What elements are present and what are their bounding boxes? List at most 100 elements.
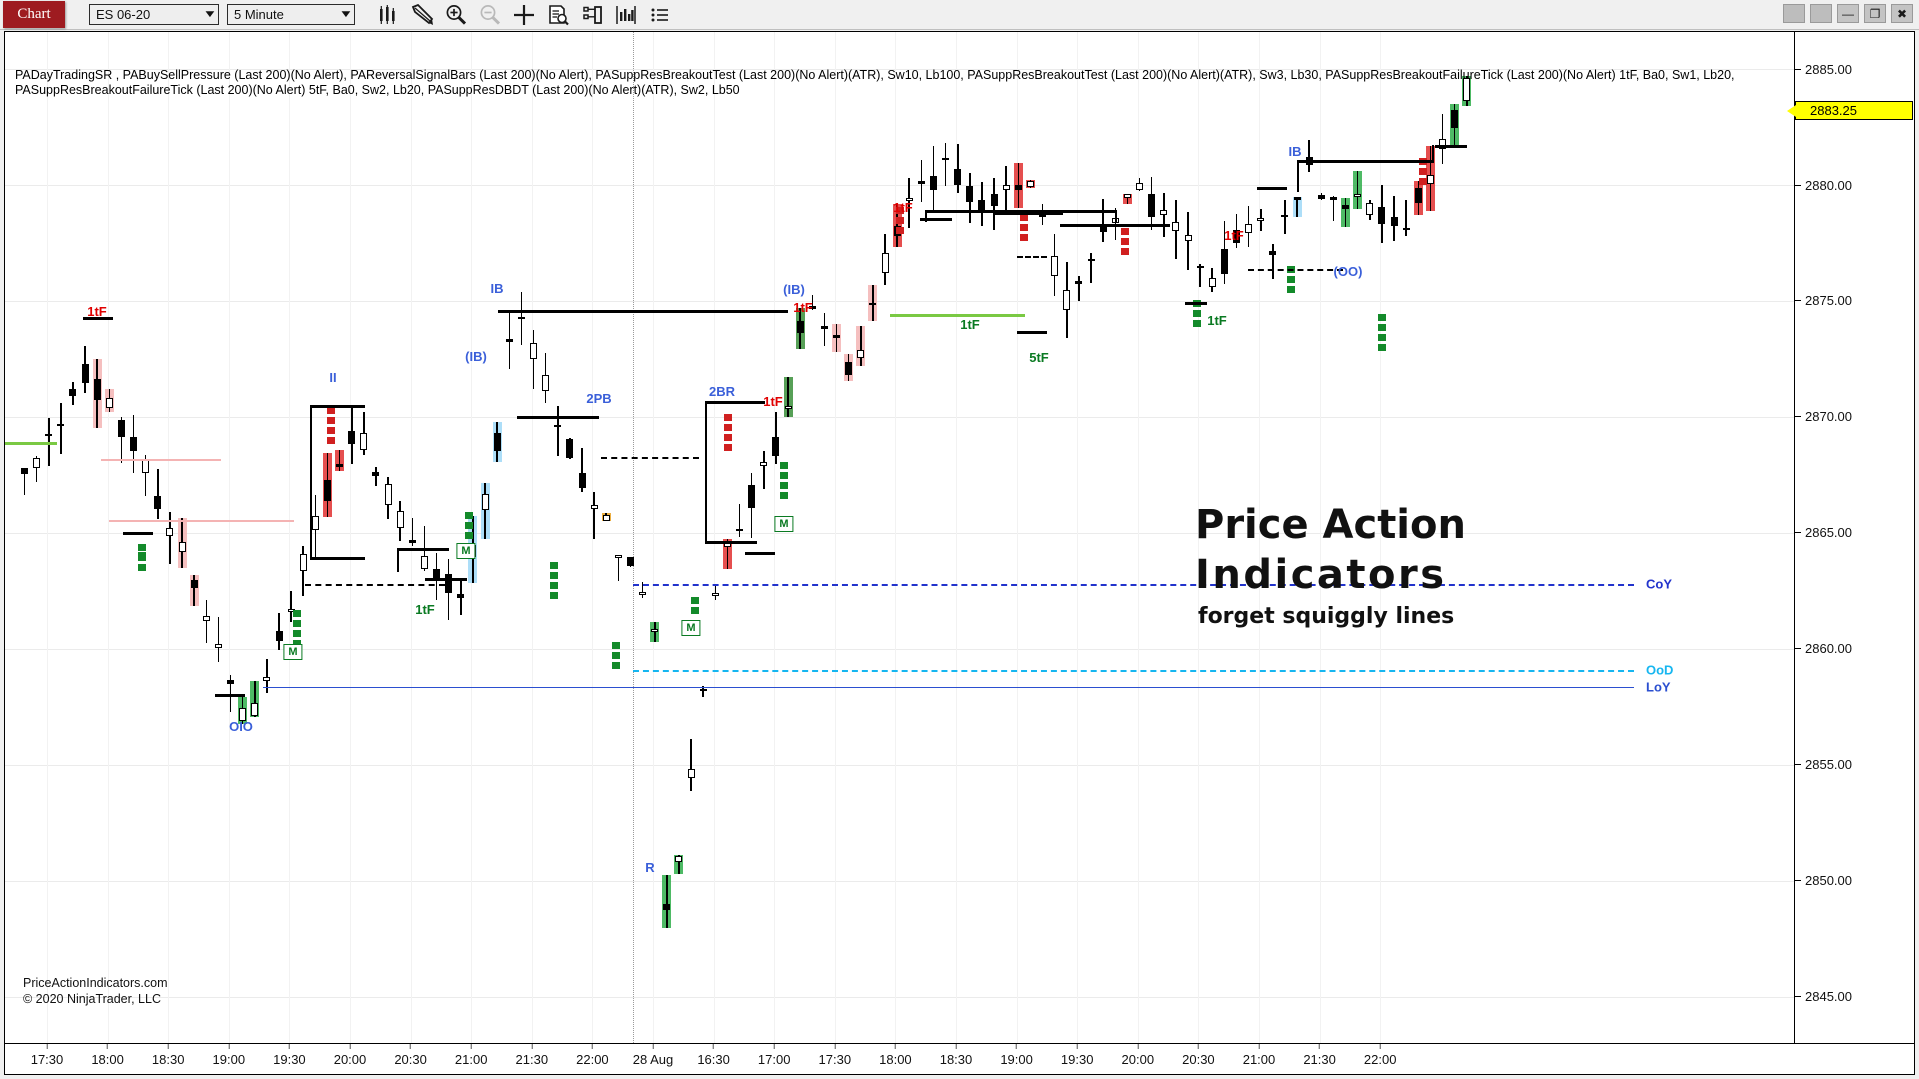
instrument-select-value: ES 06-20 bbox=[96, 7, 151, 22]
bar-type-icon[interactable] bbox=[373, 2, 403, 28]
candle-body bbox=[1414, 187, 1422, 204]
candle-body bbox=[311, 516, 319, 531]
pressure-square bbox=[1193, 320, 1201, 327]
time-tick: 18:00 bbox=[91, 1044, 124, 1067]
watermark-line-1: Price Action bbox=[1195, 502, 1466, 548]
candle-body bbox=[348, 430, 356, 445]
sr-segment bbox=[705, 401, 765, 404]
drawing-pencil-icon[interactable] bbox=[407, 2, 437, 28]
time-tick: 20:00 bbox=[334, 1044, 366, 1067]
candle-body bbox=[1220, 249, 1228, 274]
window-extra-button-2[interactable] bbox=[1810, 4, 1832, 23]
candle-body bbox=[493, 432, 501, 451]
chart-panel[interactable]: CoY OoD LoY 1tF OIO M II 1tF M (IB) IB 2PB R M 2BR 1tF… bbox=[4, 31, 1915, 1075]
time-tick-label: 16:30 bbox=[697, 1052, 730, 1067]
candle-body bbox=[227, 680, 235, 685]
zoom-out-icon[interactable] bbox=[475, 2, 505, 28]
time-tick-label: 17:30 bbox=[30, 1052, 64, 1067]
sr-segment bbox=[425, 578, 467, 581]
time-tick: 21:30 bbox=[516, 1044, 548, 1067]
candle-body bbox=[481, 494, 489, 510]
candle-body bbox=[457, 594, 465, 599]
candle-body bbox=[202, 615, 210, 621]
instrument-select[interactable]: ES 06-20 ▼ bbox=[89, 4, 219, 25]
reference-line-coy bbox=[633, 584, 1634, 586]
time-tick-label: 17:00 bbox=[757, 1052, 791, 1067]
sr-segment-vertical bbox=[705, 401, 707, 541]
sr-segment-vertical bbox=[925, 210, 927, 222]
interval-select[interactable]: 5 Minute ▼ bbox=[227, 4, 355, 25]
chart-annotation: 1tF bbox=[1224, 228, 1244, 243]
pressure-square bbox=[1193, 310, 1201, 317]
gridline-vertical bbox=[289, 32, 291, 1043]
candle-body bbox=[820, 325, 828, 330]
gridline-horizontal bbox=[5, 648, 1794, 650]
time-tick-label: 20:00 bbox=[1121, 1052, 1155, 1067]
sr-segment bbox=[498, 310, 788, 313]
chart-annotation: 1tF bbox=[415, 602, 435, 617]
candle-body bbox=[590, 504, 598, 510]
pressure-square bbox=[780, 492, 788, 499]
chart-annotation: 1tF bbox=[763, 394, 783, 409]
chart-plot-area[interactable]: CoY OoD LoY 1tF OIO M II 1tF M (IB) IB 2PB R M 2BR 1tF… bbox=[5, 32, 1794, 1043]
candle-wick bbox=[157, 469, 159, 519]
candle-wick bbox=[1162, 193, 1165, 238]
candle-body bbox=[942, 157, 950, 161]
candle-body bbox=[336, 464, 344, 468]
price-axis[interactable]: 2885.00 2880.00 2875.00 2870.00 2865.00 2860.… bbox=[1787, 32, 1915, 1043]
chart-analysis-icon[interactable] bbox=[611, 2, 641, 28]
chart-tab[interactable]: Chart bbox=[3, 1, 65, 28]
chart-annotation: (IB) bbox=[783, 282, 805, 297]
time-tick-label: 19:30 bbox=[273, 1052, 306, 1067]
candle-body bbox=[978, 200, 986, 210]
candle-wick bbox=[944, 143, 947, 186]
time-axis[interactable]: 17:30 18:00 18:30 19:00 19:30 20:00 20:30 21:00… bbox=[5, 1043, 1914, 1074]
sr-segment-vertical bbox=[397, 548, 399, 572]
candle-body bbox=[954, 169, 962, 185]
window-extra-button-1[interactable] bbox=[1783, 4, 1805, 23]
pressure-square bbox=[1020, 214, 1028, 221]
pressure-square bbox=[724, 424, 732, 431]
pressure-square bbox=[327, 437, 335, 444]
candle-body bbox=[1172, 221, 1180, 231]
candle-wick bbox=[1102, 199, 1104, 242]
candle-body bbox=[1014, 184, 1022, 191]
close-icon[interactable]: ✖ bbox=[1891, 4, 1913, 23]
candle-body bbox=[1160, 210, 1168, 215]
indicator-legend[interactable]: PADayTradingSR , PABuySellPressure (Last… bbox=[15, 68, 1794, 97]
zoom-in-icon[interactable] bbox=[441, 2, 471, 28]
candle-body bbox=[1257, 218, 1265, 221]
candle-wick bbox=[1272, 244, 1274, 279]
candle-body bbox=[166, 528, 174, 537]
price-tick: 2855.00 bbox=[1795, 757, 1915, 772]
candle-body bbox=[33, 458, 41, 469]
time-tick: 20:30 bbox=[394, 1044, 427, 1067]
restore-icon[interactable]: ❐ bbox=[1864, 4, 1886, 23]
candle-wick bbox=[617, 555, 620, 582]
candle-body bbox=[578, 472, 586, 488]
sr-segment bbox=[101, 459, 221, 461]
indicators-icon[interactable] bbox=[577, 2, 607, 28]
chart-annotation: M bbox=[774, 516, 794, 532]
time-tick: 17:30 bbox=[30, 1044, 64, 1067]
price-tick: 2860.00 bbox=[1795, 641, 1915, 656]
data-series-icon[interactable] bbox=[543, 2, 573, 28]
minimize-icon[interactable]: — bbox=[1837, 4, 1859, 23]
candle-body bbox=[154, 495, 162, 510]
crosshair-icon[interactable] bbox=[509, 2, 539, 28]
gridline-vertical bbox=[350, 32, 351, 1043]
price-tick: 2845.00 bbox=[1795, 989, 1915, 1004]
candle-wick bbox=[763, 451, 765, 489]
reference-line-loy bbox=[263, 687, 1634, 688]
chart-tab-label: Chart bbox=[17, 6, 51, 22]
candle-body bbox=[1281, 214, 1289, 218]
candle-body bbox=[1051, 256, 1059, 276]
candle-wick bbox=[1332, 196, 1335, 222]
time-tick-label: 18:00 bbox=[91, 1052, 124, 1067]
properties-list-icon[interactable] bbox=[645, 2, 675, 28]
pressure-square bbox=[293, 630, 301, 637]
gridline-horizontal bbox=[5, 880, 1794, 882]
toolbar-icon-group bbox=[369, 2, 675, 28]
reference-line-ood bbox=[633, 670, 1634, 672]
candle-body bbox=[796, 321, 804, 333]
